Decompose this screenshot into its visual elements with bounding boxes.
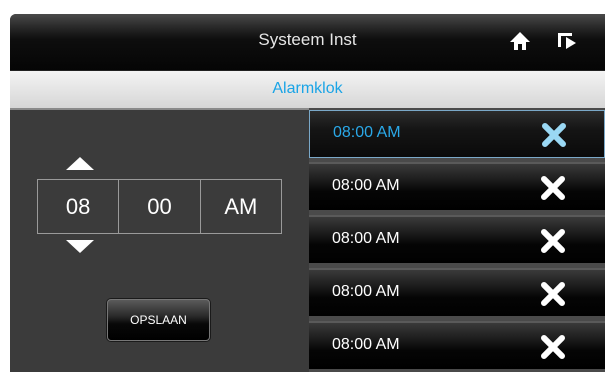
- ampm-field[interactable]: AM: [199, 180, 281, 233]
- minute-field[interactable]: 00: [118, 180, 199, 233]
- time-editor-panel: 08 00 AM OPSLAAN: [10, 110, 309, 372]
- delete-x-icon[interactable]: [539, 227, 567, 255]
- alarm-item[interactable]: 08:00 AM: [309, 215, 605, 263]
- time-picker: 08 00 AM: [37, 179, 282, 234]
- section-title: Alarmklok: [272, 80, 343, 97]
- back-icon[interactable]: [556, 31, 578, 51]
- alarm-time: 08:00 AM: [333, 124, 401, 141]
- alarm-item[interactable]: 08:00 AM: [309, 162, 605, 210]
- alarm-time: 08:00 AM: [332, 230, 400, 247]
- hour-field[interactable]: 08: [38, 180, 118, 233]
- increment-arrow-icon[interactable]: [66, 157, 94, 170]
- alarm-item[interactable]: 08:00 AM: [309, 110, 605, 158]
- home-icon[interactable]: [509, 31, 531, 51]
- section-header: Alarmklok: [10, 71, 605, 110]
- delete-x-icon[interactable]: [539, 333, 567, 361]
- delete-x-icon[interactable]: [539, 174, 567, 202]
- alarm-time: 08:00 AM: [332, 336, 400, 353]
- delete-x-icon[interactable]: [539, 280, 567, 308]
- decrement-arrow-icon[interactable]: [66, 240, 94, 253]
- alarm-clock-screen: Systeem Inst Alarmklok 08 00 AM OPSLAAN …: [10, 14, 605, 372]
- alarm-item[interactable]: 08:00 AM: [309, 268, 605, 316]
- alarm-time: 08:00 AM: [332, 283, 400, 300]
- header-bar: Systeem Inst: [10, 14, 605, 71]
- alarm-list: 08:00 AM 08:00 AM 08:00 AM 08:00 AM 08:0…: [309, 108, 605, 372]
- delete-x-icon[interactable]: [540, 121, 568, 149]
- alarm-time: 08:00 AM: [332, 177, 400, 194]
- alarm-item[interactable]: 08:00 AM: [309, 321, 605, 369]
- save-button[interactable]: OPSLAAN: [107, 299, 210, 341]
